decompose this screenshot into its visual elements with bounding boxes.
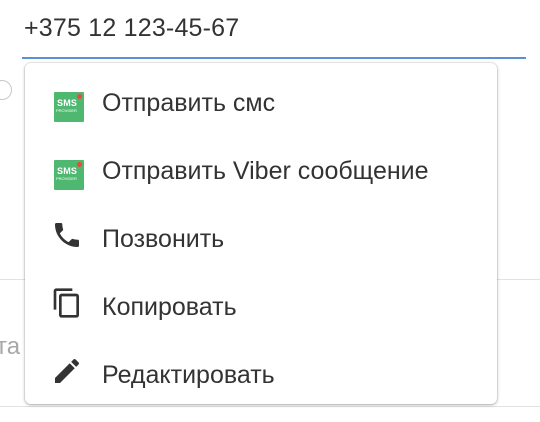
menu-item-edit[interactable]: Редактировать	[25, 343, 497, 403]
menu-item-label: Отправить смс	[102, 89, 276, 117]
sms-provider-icon: SMS PROVIDER	[54, 160, 84, 190]
menu-item-send-sms[interactable]: SMS PROVIDER Отправить смс	[25, 71, 497, 131]
menu-item-label: Позвонить	[102, 225, 225, 253]
menu-item-call[interactable]: Позвонить	[25, 207, 497, 267]
menu-item-label: Копировать	[102, 293, 237, 321]
background-partial-text: та	[0, 333, 21, 360]
background-circle-icon	[0, 80, 12, 100]
phone-input[interactable]: +375 12 123-45-67	[24, 14, 239, 43]
menu-item-label: Отправить Viber сообщение	[102, 157, 429, 185]
page: +375 12 123-45-67 та SMS PROVIDER Отправ…	[0, 0, 540, 422]
background-divider	[0, 406, 540, 407]
menu-item-copy[interactable]: Копировать	[25, 275, 497, 335]
menu-item-label: Редактировать	[102, 361, 275, 389]
sms-provider-icon: SMS PROVIDER	[54, 92, 84, 122]
phone-input-underline	[22, 57, 526, 59]
phone-icon	[55, 223, 79, 247]
pencil-icon	[55, 358, 80, 383]
copy-icon	[53, 288, 79, 318]
menu-item-send-viber[interactable]: SMS PROVIDER Отправить Viber сообщение	[25, 139, 497, 199]
phone-actions-menu: SMS PROVIDER Отправить смс SMS PROVIDER …	[25, 63, 497, 404]
